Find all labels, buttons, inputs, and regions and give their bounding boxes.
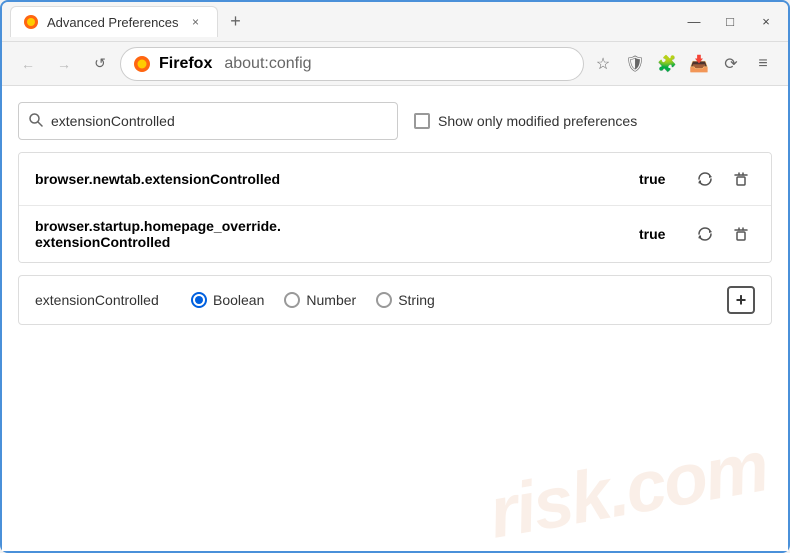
pref-delete-button-2[interactable] xyxy=(727,220,755,248)
minimize-button[interactable]: — xyxy=(680,8,708,36)
pref-actions-2 xyxy=(691,220,755,248)
nav-bar: ← → ↺ Firefox about:config ☆ 🛡 🧩 📥 ⟳ ≡ xyxy=(2,42,788,86)
preferences-table: browser.newtab.extensionControlled true xyxy=(18,152,772,263)
search-input-value: extensionControlled xyxy=(51,113,387,129)
radio-boolean-label: Boolean xyxy=(213,292,264,308)
refresh-button[interactable]: ↺ xyxy=(84,48,116,80)
shield-button[interactable]: 🛡 xyxy=(620,49,650,79)
window-controls: — □ × xyxy=(680,8,780,36)
radio-boolean-indicator xyxy=(191,292,207,308)
menu-button[interactable]: ≡ xyxy=(748,49,778,79)
radio-number-indicator xyxy=(284,292,300,308)
radio-option-number[interactable]: Number xyxy=(284,292,356,308)
pref-value-2: true xyxy=(639,226,679,242)
address-bar[interactable]: Firefox about:config xyxy=(120,47,584,81)
pref-actions-1 xyxy=(691,165,755,193)
table-row: browser.newtab.extensionControlled true xyxy=(19,153,771,206)
pref-name-2-line2: extensionControlled xyxy=(35,234,627,250)
address-path: about:config xyxy=(224,55,311,73)
pref-name-2: browser.startup.homepage_override. exten… xyxy=(35,218,627,250)
new-tab-button[interactable]: + xyxy=(222,8,250,36)
table-row: browser.startup.homepage_override. exten… xyxy=(19,206,771,262)
browser-tab[interactable]: Advanced Preferences × xyxy=(10,6,218,37)
reset-icon xyxy=(696,225,714,243)
pref-name-2-line1: browser.startup.homepage_override. xyxy=(35,218,627,234)
bookmark-button[interactable]: ☆ xyxy=(588,49,618,79)
pref-name-1: browser.newtab.extensionControlled xyxy=(35,171,627,187)
tab-label: Advanced Preferences xyxy=(47,15,179,30)
reset-icon xyxy=(696,170,714,188)
radio-string-label: String xyxy=(398,292,435,308)
delete-icon xyxy=(732,225,750,243)
tab-close-button[interactable]: × xyxy=(187,13,205,31)
pref-reset-button-2[interactable] xyxy=(691,220,719,248)
show-modified-label: Show only modified preferences xyxy=(438,113,637,129)
search-row: extensionControlled Show only modified p… xyxy=(18,102,772,140)
content-area: extensionControlled Show only modified p… xyxy=(2,86,788,551)
extension-button[interactable]: 🧩 xyxy=(652,49,682,79)
watermark: risk.com xyxy=(483,425,773,551)
title-bar: Advanced Preferences × + — □ × xyxy=(2,2,788,42)
new-preference-row: extensionControlled Boolean Number Strin… xyxy=(18,275,772,325)
pref-delete-button-1[interactable] xyxy=(727,165,755,193)
nav-icons: ☆ 🛡 🧩 📥 ⟳ ≡ xyxy=(588,49,778,79)
address-domain: Firefox xyxy=(159,55,212,73)
pref-reset-button-1[interactable] xyxy=(691,165,719,193)
tab-favicon-icon xyxy=(23,14,39,30)
forward-button[interactable]: → xyxy=(48,48,80,80)
close-button[interactable]: × xyxy=(752,8,780,36)
search-icon xyxy=(29,113,43,130)
pref-value-1: true xyxy=(639,171,679,187)
add-preference-button[interactable]: + xyxy=(727,286,755,314)
back-button[interactable]: ← xyxy=(12,48,44,80)
delete-icon xyxy=(732,170,750,188)
radio-option-boolean[interactable]: Boolean xyxy=(191,292,264,308)
maximize-button[interactable]: □ xyxy=(716,8,744,36)
show-modified-checkbox[interactable] xyxy=(414,113,430,129)
radio-string-indicator xyxy=(376,292,392,308)
radio-number-label: Number xyxy=(306,292,356,308)
search-box[interactable]: extensionControlled xyxy=(18,102,398,140)
firefox-logo-icon xyxy=(133,55,151,73)
history-button[interactable]: ⟳ xyxy=(716,49,746,79)
download-button[interactable]: 📥 xyxy=(684,49,714,79)
new-pref-name: extensionControlled xyxy=(35,292,175,308)
type-radio-group: Boolean Number String xyxy=(191,292,435,308)
show-modified-checkbox-row[interactable]: Show only modified preferences xyxy=(414,113,637,129)
radio-option-string[interactable]: String xyxy=(376,292,435,308)
